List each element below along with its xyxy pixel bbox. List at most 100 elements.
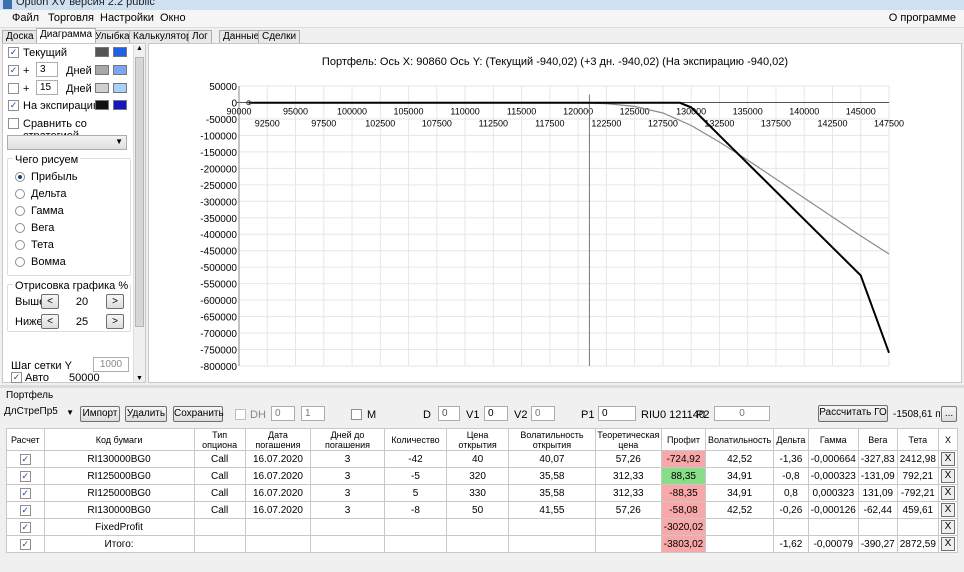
row-calc-checkbox[interactable]: ✓	[19, 453, 31, 465]
expiry-color-black[interactable]	[95, 100, 109, 110]
p2-input[interactable]: 0	[714, 406, 770, 421]
expiry-checkbox[interactable]: ✓	[8, 100, 19, 111]
v2-input[interactable]: 0	[531, 406, 555, 421]
menu-about[interactable]: О программе	[889, 12, 956, 24]
v1-input[interactable]: 0	[484, 406, 508, 421]
column-header[interactable]: Гамма	[807, 428, 859, 451]
radio-vega[interactable]	[15, 223, 25, 233]
menu-file[interactable]: Файл	[12, 12, 39, 24]
radio-vomma[interactable]	[15, 257, 25, 267]
column-header[interactable]: Тета	[896, 428, 939, 451]
below-value: 25	[75, 316, 89, 328]
current-color-gray[interactable]	[95, 47, 109, 57]
above-decrease-button[interactable]: <	[41, 294, 59, 309]
table-row[interactable]: ✓ FixedProfit -3020,02 X	[6, 518, 959, 536]
delete-row-button[interactable]: X	[940, 469, 955, 483]
p1-input[interactable]: 0	[598, 406, 636, 421]
scroll-up-icon[interactable]: ▲	[136, 45, 143, 52]
days2-checkbox[interactable]	[8, 83, 19, 94]
tab-data[interactable]: Данные	[219, 30, 264, 43]
column-header[interactable]: Дней до погашения	[310, 428, 385, 451]
days1-color-gray[interactable]	[95, 65, 109, 75]
cell-gamma: -0,000323	[807, 467, 859, 485]
splitter[interactable]	[0, 385, 964, 388]
menu-settings[interactable]: Настройки	[100, 12, 154, 24]
row-calc-checkbox[interactable]: ✓	[19, 504, 31, 516]
dh-checkbox[interactable]	[235, 409, 246, 420]
strategy-compare-select[interactable]: ▼	[7, 135, 127, 150]
tab-deals[interactable]: Сделки	[258, 30, 301, 43]
strategy-select[interactable]: ДлСтреПр5 ▼	[4, 406, 74, 422]
current-checkbox[interactable]: ✓	[8, 47, 19, 58]
expiry-color-blue[interactable]	[113, 100, 127, 110]
scroll-down-icon[interactable]: ▼	[136, 375, 143, 382]
table-row[interactable]: ✓ Итого: -3803,02 -1,62 -0,00079 -390,27 2872,…	[6, 535, 959, 553]
delete-button[interactable]: Удалить	[125, 406, 167, 422]
calculate-margin-button[interactable]: Рассчитать ГО	[818, 405, 888, 422]
table-row[interactable]: ✓ RI125000BG0 Call 16.07.2020 3 5 330 35,58 312,…	[6, 484, 959, 502]
left-panel-scrollbar[interactable]: ▲ ▼	[133, 45, 145, 382]
save-button[interactable]: Сохранить	[173, 406, 224, 422]
cell-vol: 34,91	[705, 484, 775, 502]
tab-board[interactable]: Доска	[2, 30, 38, 43]
days1-input[interactable]: 3	[36, 62, 58, 77]
column-header[interactable]: Цена открытия	[446, 428, 510, 451]
below-increase-button[interactable]: >	[106, 314, 124, 329]
days1-color-blue[interactable]	[113, 65, 127, 75]
dh-value-1[interactable]: 0	[271, 406, 295, 421]
radio-profit[interactable]	[15, 172, 25, 182]
days1-checkbox[interactable]: ✓	[8, 65, 19, 76]
tab-calculator[interactable]: Калькулятор	[129, 30, 196, 43]
row-calc-checkbox[interactable]: ✓	[19, 470, 31, 482]
row-calc-checkbox[interactable]: ✓	[19, 538, 31, 550]
column-header[interactable]: Код бумаги	[43, 428, 195, 451]
current-color-blue[interactable]	[113, 47, 127, 57]
tab-log[interactable]: Лог	[188, 30, 212, 43]
days2-color-gray[interactable]	[95, 83, 109, 93]
column-header[interactable]: X	[937, 428, 959, 451]
column-header[interactable]: Профит	[660, 428, 707, 451]
delete-row-button[interactable]: X	[940, 503, 955, 517]
delete-row-button[interactable]: X	[940, 520, 955, 534]
column-header[interactable]: Волатильность открытия	[508, 428, 596, 451]
column-header[interactable]: Тип опциона	[193, 428, 246, 451]
menu-trading[interactable]: Торговля	[48, 12, 94, 24]
scroll-thumb[interactable]	[135, 57, 144, 327]
m-checkbox[interactable]	[351, 409, 362, 420]
auto-checkbox[interactable]: ✓	[11, 372, 22, 383]
table-row[interactable]: ✓ RI130000BG0 Call 16.07.2020 3 -42 40 40,07 57,…	[6, 450, 959, 468]
delete-row-button[interactable]: X	[940, 486, 955, 500]
column-header[interactable]: Вега	[857, 428, 898, 451]
column-header[interactable]: Количество	[383, 428, 448, 451]
column-header[interactable]: Волатильность	[705, 428, 775, 451]
row-calc-checkbox[interactable]: ✓	[19, 521, 31, 533]
compare-checkbox[interactable]	[8, 118, 19, 129]
d-input[interactable]: 0	[438, 406, 460, 421]
radio-delta[interactable]	[15, 189, 25, 199]
column-header[interactable]: Расчет	[6, 428, 45, 451]
column-header[interactable]: Дата погашения	[244, 428, 312, 451]
days2-color-blue[interactable]	[113, 83, 127, 93]
row-calc-checkbox[interactable]: ✓	[19, 487, 31, 499]
dh-value-2[interactable]: 1	[301, 406, 325, 421]
cell-delta: 0,8	[773, 484, 809, 502]
cell-code: RI125000BG0	[43, 484, 195, 502]
below-decrease-button[interactable]: <	[41, 314, 59, 329]
grid-step-input[interactable]: 1000	[93, 357, 129, 372]
more-button[interactable]: ...	[941, 406, 957, 422]
table-row[interactable]: ✓ RI125000BG0 Call 16.07.2020 3 -5 320 35,58 312…	[6, 467, 959, 485]
table-row[interactable]: ✓ RI130000BG0 Call 16.07.2020 3 -8 50 41,55 57,2…	[6, 501, 959, 519]
delete-row-button[interactable]: X	[940, 452, 955, 466]
column-header[interactable]: Теоретическая цена	[594, 428, 662, 451]
import-button[interactable]: Импорт	[80, 406, 120, 422]
above-increase-button[interactable]: >	[106, 294, 124, 309]
radio-theta[interactable]	[15, 240, 25, 250]
radio-gamma[interactable]	[15, 206, 25, 216]
menu-window[interactable]: Окно	[160, 12, 186, 24]
tab-smile[interactable]: Улыбка	[91, 30, 134, 43]
tab-diagram[interactable]: Диаграмма	[36, 28, 97, 43]
delete-row-button[interactable]: X	[940, 537, 955, 551]
column-header[interactable]: Дельта	[773, 428, 809, 451]
days2-input[interactable]: 15	[36, 80, 58, 95]
y-tick-label: -350000	[200, 214, 237, 225]
